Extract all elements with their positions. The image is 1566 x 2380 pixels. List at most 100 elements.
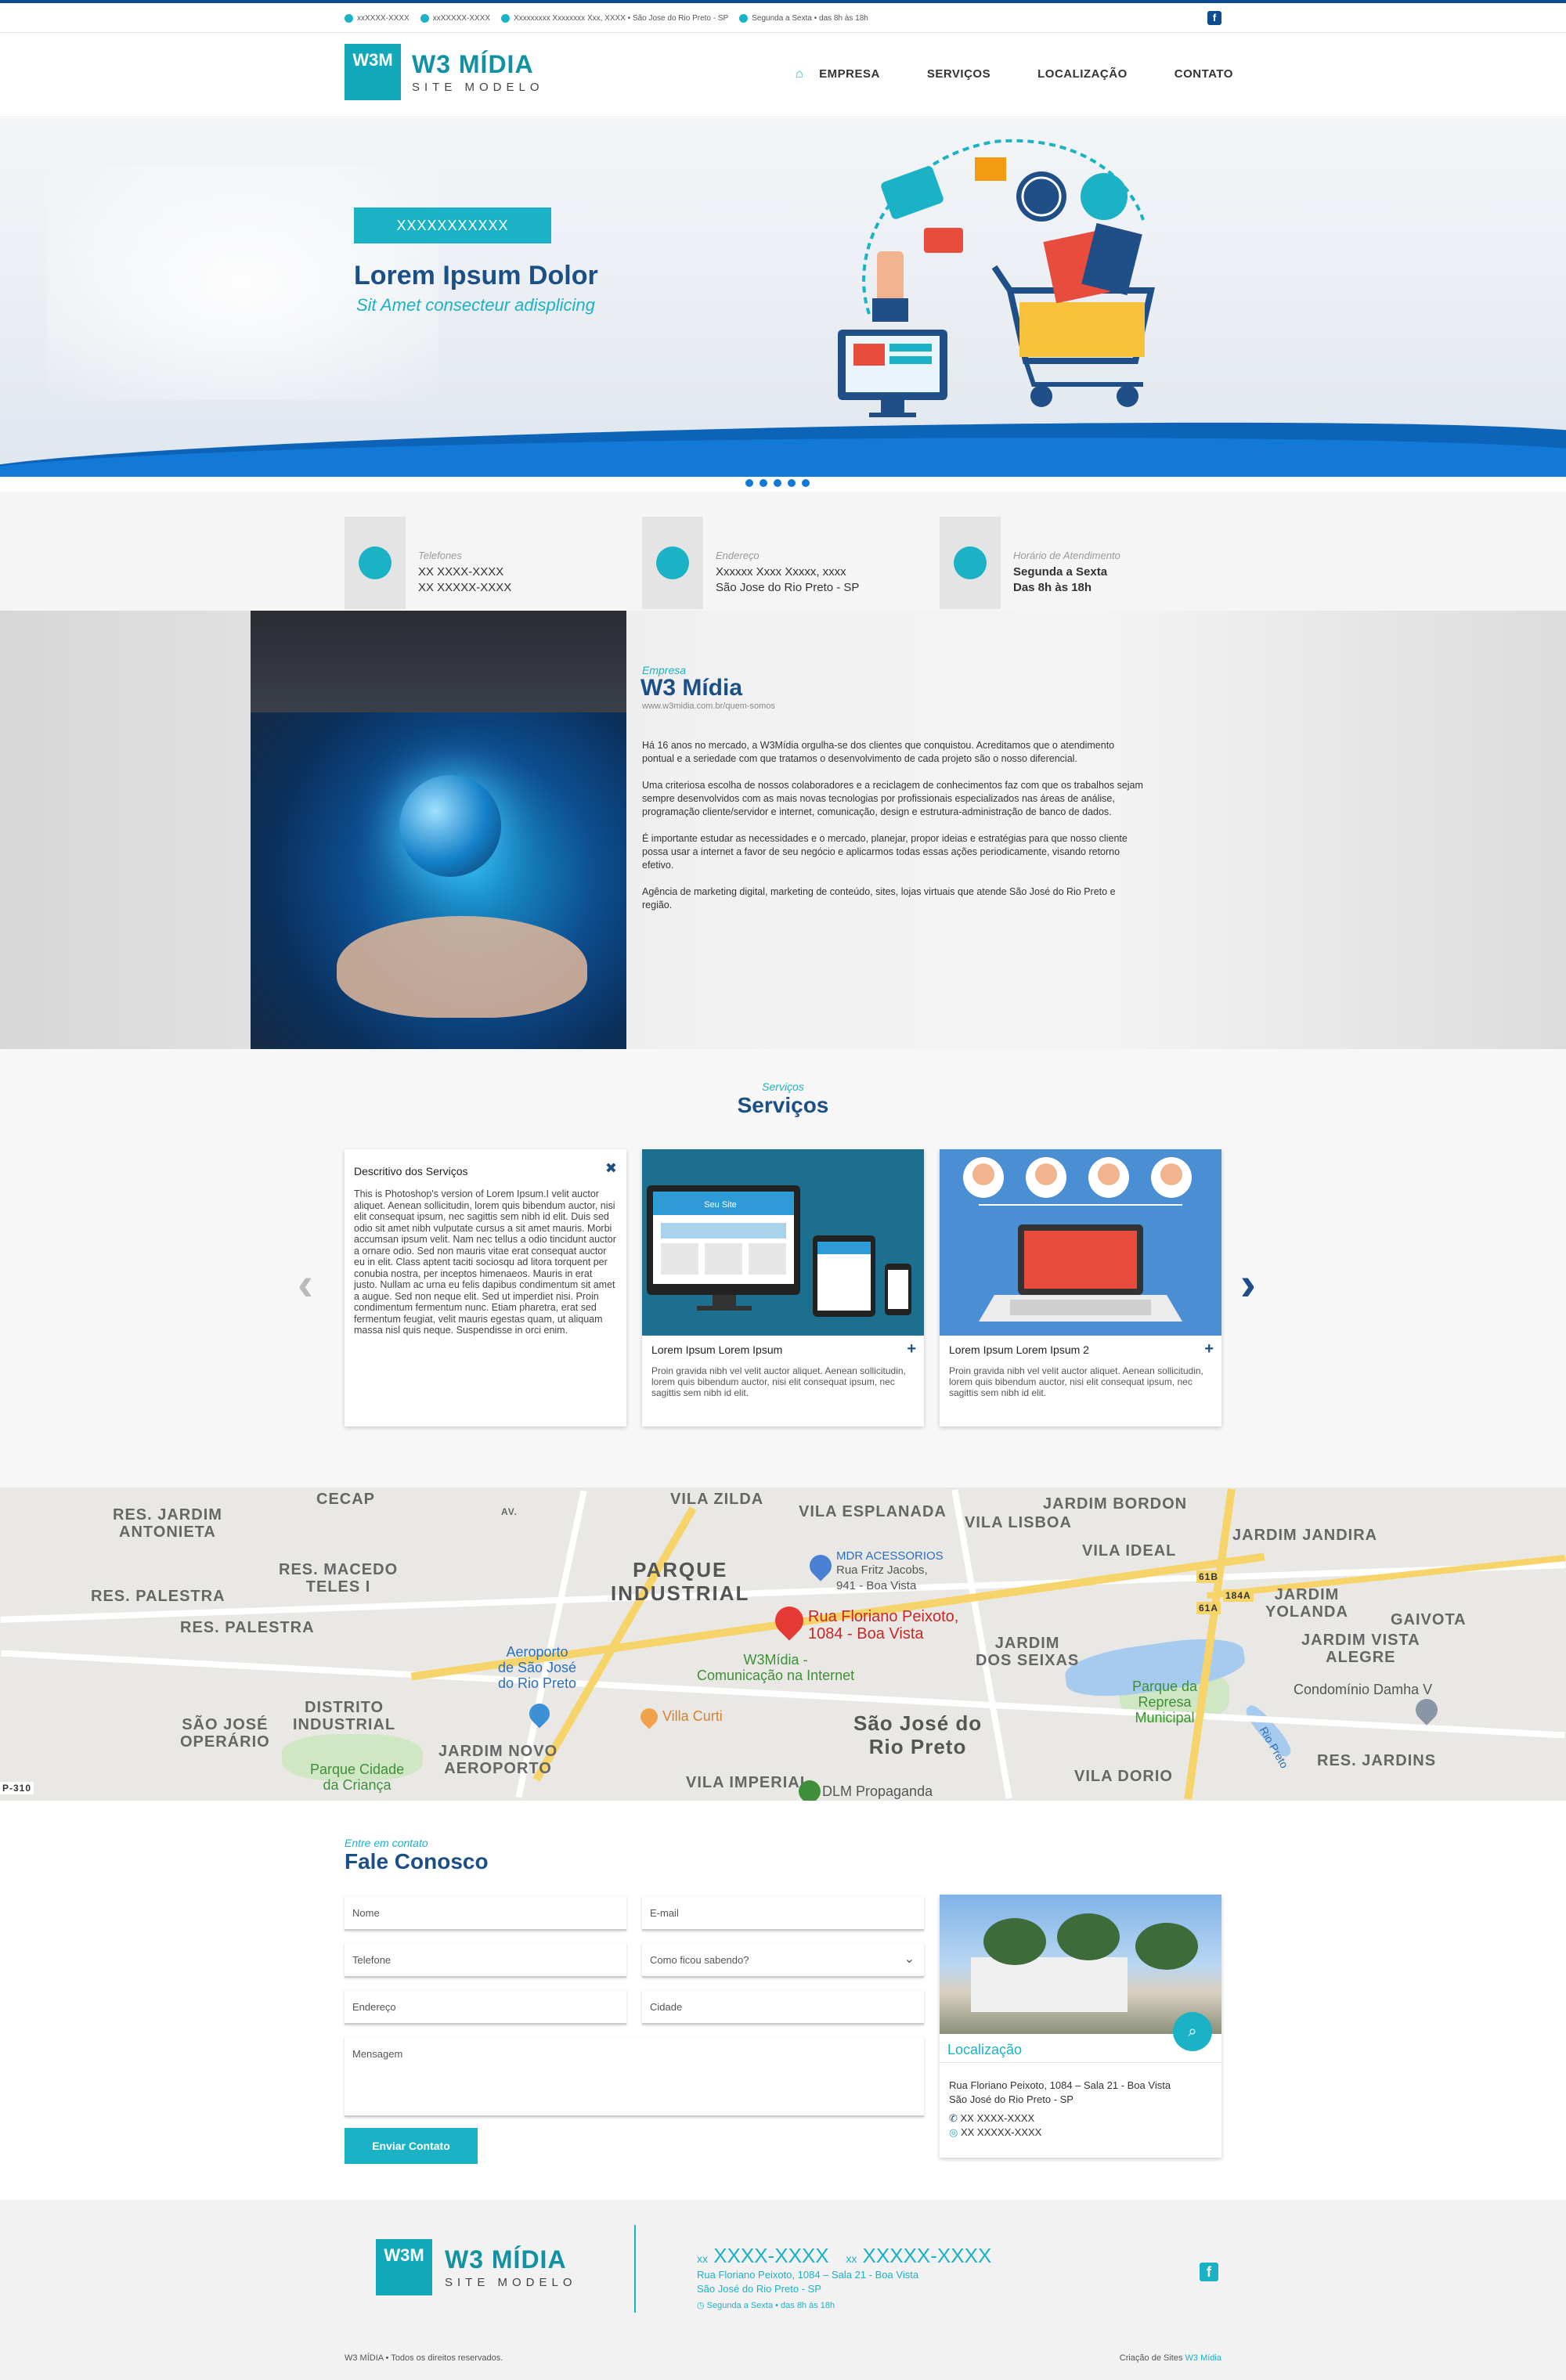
map-label: JARDIM BORDON	[1043, 1495, 1188, 1513]
footer-address: Rua Floriano Peixoto, 1084 – Sala 21 - B…	[697, 2269, 919, 2281]
map-label: RES. JARDIM ANTONIETA	[113, 1506, 222, 1541]
map-label: PARQUE INDUSTRIAL	[611, 1558, 750, 1605]
map-label: Aeroporto de São José do Rio Preto	[498, 1644, 577, 1691]
map-label: GAIVOTA	[1391, 1611, 1467, 1628]
carousel-next-arrow[interactable]: ›	[1240, 1260, 1256, 1307]
whatsapp-icon: ◎	[949, 2126, 961, 2138]
location-pin-icon	[501, 13, 511, 23]
map-pin-icon[interactable]	[805, 1550, 836, 1581]
airport-icon[interactable]	[525, 1699, 554, 1729]
field-placeholder: Mensagem	[352, 2048, 403, 2060]
nav-contato[interactable]: CONTATO	[1174, 67, 1233, 81]
map-label: DISTRITO INDUSTRIAL	[293, 1699, 396, 1733]
hero-carousel-dots[interactable]	[745, 479, 810, 487]
phone-icon: ✆	[949, 2112, 961, 2124]
card-text: This is Photoshop's version of Lorem Ips…	[354, 1188, 616, 1336]
phone-field[interactable]: Telefone	[345, 1943, 626, 1978]
carousel-dot[interactable]	[760, 479, 767, 487]
phone-icon	[345, 13, 353, 23]
map-label: Rua Floriano Peixoto, 1084 - Boa Vista	[808, 1608, 959, 1643]
site-logo[interactable]: W3M W3 MÍDIA SITE MODELO	[345, 44, 544, 100]
address-field[interactable]: Endereço	[345, 1990, 626, 2025]
info-value: Segunda a Sexta	[1013, 565, 1108, 579]
map-label: VILA IDEAL	[1082, 1542, 1177, 1560]
info-value: XX XXXXX-XXXX	[418, 581, 512, 594]
home-icon[interactable]: ⌂	[796, 67, 803, 81]
name-field[interactable]: Nome	[345, 1896, 626, 1931]
footer-credit[interactable]: Criação de Sites W3 Mídia	[1120, 2353, 1221, 2363]
info-strip: Telefones XX XXXX-XXXX XX XXXXX-XXXX End…	[0, 492, 1566, 611]
search-icon[interactable]: ⌕	[1173, 2012, 1212, 2051]
plus-icon[interactable]: +	[907, 1340, 916, 1358]
carousel-prev-arrow[interactable]: ‹	[298, 1260, 313, 1307]
map-label: Parque da Represa Municipal	[1132, 1679, 1198, 1726]
footer-logo[interactable]: W3M W3 MÍDIA SITE MODELO	[376, 2239, 577, 2295]
footer-copyright: W3 MÍDIA • Todos os direitos reservados.	[345, 2353, 503, 2363]
phone-icon	[359, 546, 392, 579]
field-placeholder: Endereço	[352, 2001, 396, 2013]
credit-brand[interactable]: W3 Mídia	[1185, 2353, 1221, 2363]
map-label: P-310	[0, 1782, 34, 1794]
service-card-description: Descritivo dos Serviços ✖ This is Photos…	[345, 1149, 626, 1426]
location-phone[interactable]: XX XXXX-XXXX	[961, 2112, 1035, 2124]
message-field[interactable]: Mensagem	[345, 2037, 924, 2117]
how-found-select[interactable]: Como ficou sabendo? ⌄	[642, 1943, 924, 1978]
footer-city: São José do Rio Preto - SP	[697, 2283, 821, 2295]
hero-tag-button[interactable]: XXXXXXXXXXX	[354, 207, 551, 243]
carousel-dot[interactable]	[745, 479, 753, 487]
nav-localizacao[interactable]: LOCALIZAÇÃO	[1037, 67, 1128, 81]
send-contact-button[interactable]: Enviar Contato	[345, 2128, 478, 2164]
topbar-whatsapp[interactable]: xxXXXXX-XXXX	[433, 14, 490, 23]
empresa-text: Há 16 anos no mercado, a W3Mídia orgulha…	[642, 739, 1143, 925]
info-label: Horário de Atendimento	[1013, 550, 1120, 561]
info-value: São Jose do Rio Preto - SP	[716, 581, 860, 594]
map-pin-icon[interactable]	[769, 1600, 810, 1641]
field-placeholder: Nome	[352, 1907, 380, 1919]
nav-servicos[interactable]: SERVIÇOS	[927, 67, 990, 81]
footer-phone[interactable]: XXXX-XXXX	[713, 2244, 828, 2267]
topbar-phone[interactable]: xxXXXX-XXXX	[357, 14, 410, 23]
map-label: RES. PALESTRA	[91, 1588, 226, 1605]
service-card[interactable]: Seu Site Lorem Ipsum Lorem Ipsum + Proin…	[642, 1149, 924, 1426]
location-whatsapp[interactable]: XX XXXXX-XXXX	[961, 2126, 1041, 2138]
hero-banner: XXXXXXXXXXX Lorem Ipsum Dolor Sit Amet c…	[0, 118, 1566, 477]
card-title: Lorem Ipsum Lorem Ipsum 2	[949, 1343, 1089, 1356]
team-laptop-image	[940, 1149, 1221, 1336]
empresa-url[interactable]: www.w3midia.com.br/quem-somos	[642, 701, 775, 711]
close-icon[interactable]: ✖	[605, 1160, 617, 1177]
map-pin-icon[interactable]	[1411, 1694, 1442, 1726]
main-nav: ⌂ EMPRESA SERVIÇOS LOCALIZAÇÃO CONTATO	[796, 67, 1233, 81]
map-label: SÃO JOSÉ OPERÁRIO	[180, 1716, 270, 1751]
logo-line2: SITE MODELO	[445, 2276, 577, 2289]
empresa-title: W3 Mídia	[640, 675, 743, 701]
business-tech-image	[251, 611, 626, 1049]
info-phones: Telefones XX XXXX-XXXX XX XXXXX-XXXX	[345, 517, 626, 609]
city-field[interactable]: Cidade	[642, 1990, 924, 2025]
info-label: Endereço	[716, 550, 760, 561]
clock-icon	[739, 13, 749, 23]
facebook-icon[interactable]: f	[1200, 2263, 1218, 2281]
plus-icon[interactable]: +	[1204, 1340, 1214, 1358]
paragraph: Agência de marketing digital, marketing …	[642, 886, 1116, 911]
map-label: JARDIM JANDIRA	[1232, 1527, 1378, 1544]
footer-phones: xx XXXX-XXXX xx XXXXX-XXXX	[697, 2244, 991, 2268]
nav-empresa[interactable]: EMPRESA	[819, 67, 880, 81]
email-field[interactable]: E-mail	[642, 1896, 924, 1931]
map-label: JARDIM NOVO AEROPORTO	[438, 1743, 558, 1777]
carousel-dot[interactable]	[788, 479, 796, 487]
map-label: Parque Cidade da Criança	[310, 1762, 405, 1793]
service-card[interactable]: Lorem Ipsum Lorem Ipsum 2 + Proin gravid…	[940, 1149, 1221, 1426]
footer-phone[interactable]: XXXXX-XXXX	[863, 2244, 992, 2267]
facebook-icon[interactable]: f	[1207, 11, 1221, 25]
carousel-dot[interactable]	[802, 479, 810, 487]
map-label: W3Mídia - Comunicação na Internet	[697, 1652, 855, 1683]
carousel-dot[interactable]	[774, 479, 781, 487]
info-address: Endereço Xxxxxx Xxxx Xxxxx, xxxx São Jos…	[642, 517, 924, 609]
clock-icon: ◷	[697, 2301, 707, 2310]
location-map[interactable]: CECAP AV. VILA ZILDA VILA ESPLANADA JARD…	[0, 1488, 1566, 1801]
map-label: VILA ZILDA	[670, 1491, 764, 1508]
map-label: VILA DORIO	[1074, 1768, 1173, 1785]
logo-mark: W3M	[345, 44, 401, 100]
topbar-address: Xxxxxxxxx Xxxxxxxx Xxx, XXXX • São Jose …	[514, 13, 729, 23]
map-pin-icon[interactable]	[637, 1704, 662, 1729]
